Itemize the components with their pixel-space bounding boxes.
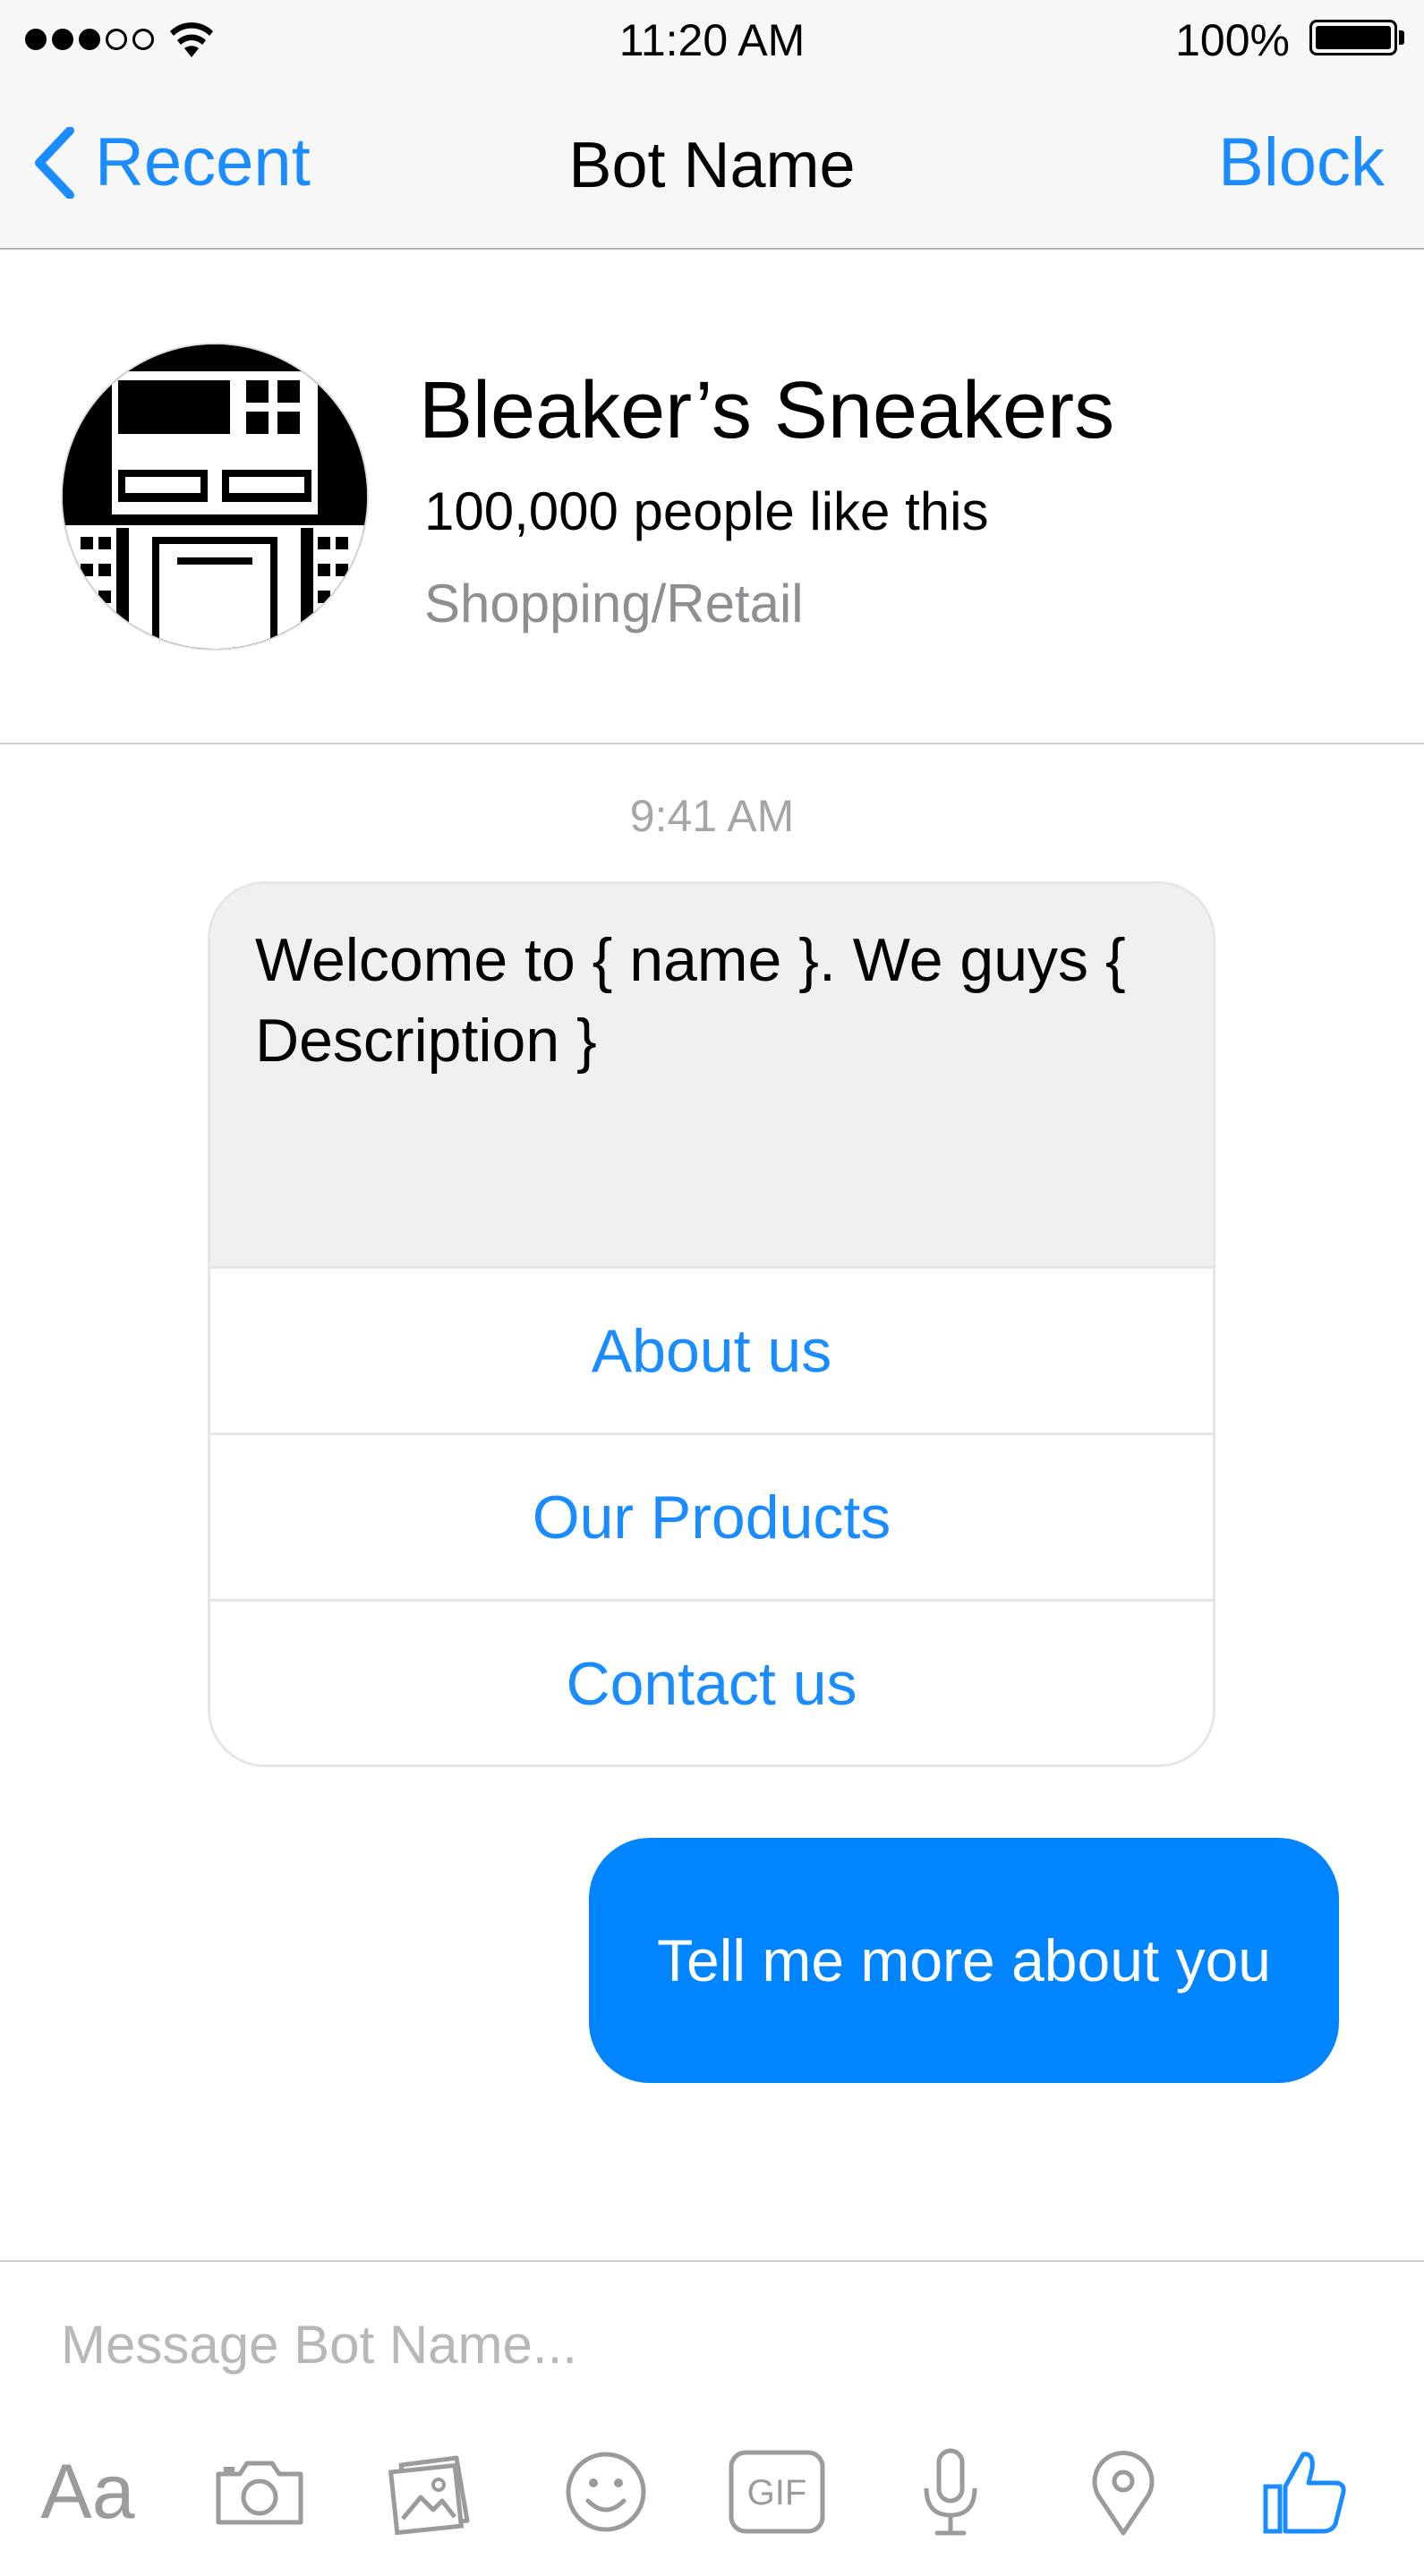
text-format-button[interactable]: Aa	[34, 2443, 141, 2541]
thumbs-up-icon	[1263, 2452, 1346, 2534]
profile-name: Bleaker’s Sneakers	[419, 366, 1115, 455]
block-button[interactable]: Block	[1218, 129, 1385, 197]
nav-title: Bot Name	[568, 130, 856, 201]
profile-category: Shopping/Retail	[424, 574, 804, 633]
contact-us-button[interactable]: Contact us	[210, 1599, 1213, 1764]
camera-icon	[216, 2461, 303, 2525]
bot-message-text: Welcome to { name }. We guys { Descripti…	[210, 884, 1213, 1266]
photo-gallery-button[interactable]	[379, 2443, 487, 2541]
our-products-button[interactable]: Our Products	[210, 1433, 1213, 1599]
microphone-icon	[924, 2448, 977, 2536]
camera-button[interactable]	[206, 2443, 313, 2541]
battery-tip	[1399, 30, 1404, 45]
battery-icon	[1309, 20, 1397, 55]
user-message-text: Tell me more about you	[656, 1927, 1271, 1994]
gif-icon: GIF	[729, 2450, 825, 2534]
about-us-button[interactable]: About us	[210, 1266, 1213, 1433]
svg-text:GIF: GIF	[747, 2473, 807, 2512]
text-format-icon: Aa	[40, 2448, 135, 2535]
avatar[interactable]	[61, 343, 369, 650]
like-button[interactable]	[1251, 2443, 1359, 2541]
profile-likes: 100,000 people like this	[424, 481, 989, 541]
message-input[interactable]	[61, 2308, 1368, 2380]
location-button[interactable]	[1070, 2443, 1177, 2541]
photo-gallery-icon	[388, 2455, 470, 2535]
emoji-icon	[566, 2452, 646, 2532]
gif-button[interactable]: GIF	[723, 2443, 831, 2541]
message-timestamp: 9:41 AM	[629, 791, 795, 841]
store-logo-icon	[63, 344, 367, 649]
bot-message-card: Welcome to { name }. We guys { Descripti…	[208, 881, 1215, 1767]
divider	[0, 743, 1424, 744]
microphone-button[interactable]	[897, 2443, 1004, 2541]
location-pin-icon	[1092, 2451, 1155, 2536]
battery-percentage: 100%	[1175, 15, 1290, 65]
composer-divider	[0, 2260, 1424, 2262]
emoji-button[interactable]	[552, 2443, 660, 2541]
user-message-bubble: Tell me more about you	[589, 1838, 1339, 2083]
